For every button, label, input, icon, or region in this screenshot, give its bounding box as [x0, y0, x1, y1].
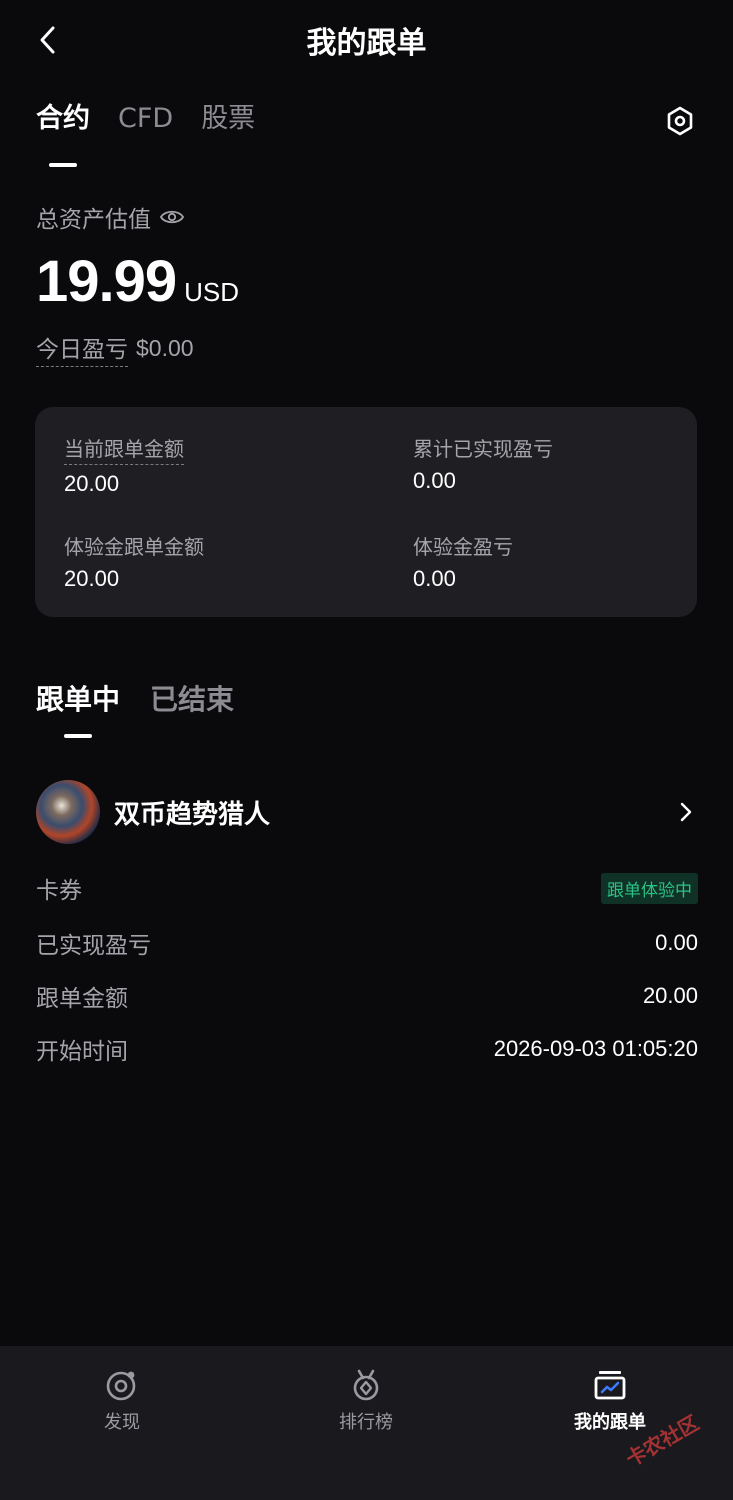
portfolio-chart-icon: [594, 1371, 626, 1400]
today-pnl-value: $0.00: [136, 335, 194, 361]
tab-cfd-label: CFD: [118, 103, 174, 134]
hexagon-settings-icon: [667, 106, 693, 136]
total-assets-label-row: 总资产估值: [36, 200, 185, 234]
status-badge: 跟单体验中: [601, 872, 698, 904]
current-amount-cell: 当前跟单金额 20.00: [64, 433, 184, 497]
today-pnl-label[interactable]: 今日盈亏: [36, 330, 128, 367]
nav-discover-label: 发现: [104, 1412, 140, 1433]
tab-stocks[interactable]: 股票: [201, 96, 255, 135]
nav-ranking-label: 排行榜: [339, 1412, 393, 1433]
realized-pnl-cell: 累计已实现盈亏 0.00: [413, 433, 553, 494]
current-amount-label[interactable]: 当前跟单金额: [64, 433, 184, 465]
tab-following-label: 跟单中: [36, 683, 121, 716]
avatar: [36, 780, 100, 844]
today-pnl-row: 今日盈亏 $0.00: [36, 330, 194, 367]
detail-row-coupon: 卡券 跟单体验中: [36, 870, 698, 906]
chevron-right-icon: [680, 802, 692, 822]
total-assets-label: 总资产估值: [36, 207, 151, 233]
detail-row-realized-pnl: 已实现盈亏 0.00: [36, 925, 698, 961]
start-time-label: 开始时间: [36, 1039, 128, 1065]
trial-pnl-cell: 体验金盈亏 0.00: [413, 531, 513, 592]
tab-stocks-label: 股票: [201, 103, 256, 134]
detail-row-amount: 跟单金额 20.00: [36, 978, 698, 1014]
tab-cfd[interactable]: CFD: [118, 103, 173, 134]
coupon-label: 卡券: [36, 878, 82, 904]
eye-icon[interactable]: [159, 208, 185, 226]
bottom-nav: 发现 排行榜 我的跟单: [0, 1346, 733, 1500]
nav-discover[interactable]: 发现: [52, 1368, 192, 1434]
trader-name: 双币趋势猎人: [114, 799, 271, 830]
trial-amount-label: 体验金跟单金额: [64, 535, 204, 559]
trial-amount-value: 20.00: [64, 566, 120, 591]
total-assets-unit: USD: [184, 277, 240, 307]
trial-pnl-label: 体验金盈亏: [413, 535, 513, 559]
page-title: 我的跟单: [306, 26, 427, 61]
start-time-value: 2026-09-03 01:05:20: [493, 1036, 698, 1061]
tab-ended-label: 已结束: [150, 683, 235, 716]
tab-contract[interactable]: 合约: [36, 96, 90, 167]
tab-following[interactable]: 跟单中: [36, 678, 121, 738]
amount-row-value: 20.00: [642, 983, 698, 1008]
top-tabs: 合约 CFD 股票: [36, 96, 255, 167]
section-tabs: 跟单中 已结束: [36, 678, 234, 738]
current-amount-value: 20.00: [64, 471, 120, 496]
amount-row-label: 跟单金额: [36, 986, 128, 1012]
trial-amount-cell: 体验金跟单金额 20.00: [64, 531, 204, 592]
nav-my-copy-trades-label: 我的跟单: [574, 1412, 646, 1433]
realized-pnl-row-label: 已实现盈亏: [36, 933, 151, 959]
detail-row-start-time: 开始时间 2026-09-03 01:05:20: [36, 1031, 698, 1067]
trader-header-row[interactable]: 双币趋势猎人: [36, 780, 698, 844]
active-section-indicator: [64, 734, 92, 738]
copy-trade-summary-card: 当前跟单金额 20.00 累计已实现盈亏 0.00 体验金跟单金额 20.00 …: [35, 407, 697, 617]
nav-ranking[interactable]: 排行榜: [296, 1368, 436, 1434]
settings-button[interactable]: [660, 101, 700, 141]
medal-icon: [353, 1369, 379, 1401]
tab-contract-label: 合约: [36, 103, 90, 134]
trial-pnl-value: 0.00: [413, 566, 456, 591]
tab-ended[interactable]: 已结束: [150, 678, 234, 718]
discover-icon: [106, 1371, 136, 1401]
realized-pnl-value: 0.00: [413, 468, 456, 493]
total-assets-value: 19.99: [36, 249, 177, 314]
total-assets-value-row: 19.99 USD: [36, 248, 239, 315]
active-tab-indicator: [49, 163, 77, 167]
realized-pnl-row-value: 0.00: [655, 930, 698, 955]
realized-pnl-label: 累计已实现盈亏: [413, 437, 553, 461]
